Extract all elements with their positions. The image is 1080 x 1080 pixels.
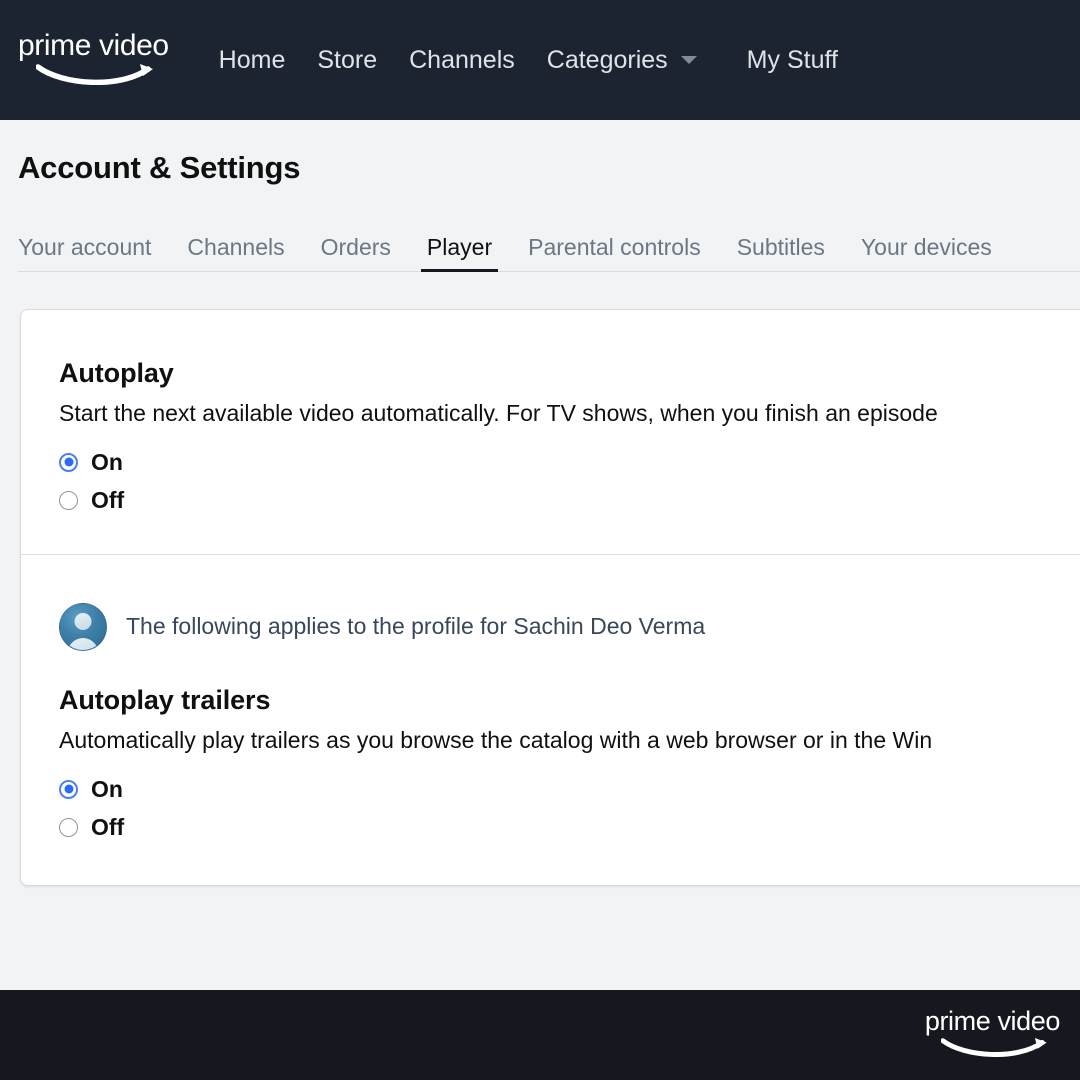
nav-link-my-stuff[interactable]: My Stuff: [731, 47, 854, 73]
settings-tabs: Your account Channels Orders Player Pare…: [0, 212, 1080, 272]
autoplay-trailers-section: The following applies to the profile for…: [21, 555, 1080, 885]
autoplay-option-on-label: On: [91, 448, 123, 475]
page-title: Account & Settings: [18, 150, 301, 185]
avatar-body: [66, 637, 100, 650]
autoplay-trailers-option-off-label: Off: [91, 813, 125, 840]
tab-your-devices[interactable]: Your devices: [843, 236, 1010, 272]
amazon-smile-icon: [35, 63, 160, 90]
top-navigation-bar: prime video Home Store Channels Categori…: [0, 0, 1080, 120]
autoplay-option-off[interactable]: Off: [59, 486, 1080, 513]
autoplay-trailers-radio-group: On Off: [59, 775, 1080, 840]
radio-button-trailers-on[interactable]: [59, 779, 78, 799]
tab-channels[interactable]: Channels: [169, 236, 302, 272]
radio-button-off[interactable]: [59, 490, 78, 510]
autoplay-option-off-label: Off: [91, 486, 125, 513]
profile-notice-text: The following applies to the profile for…: [126, 613, 706, 640]
avatar-head: [74, 612, 92, 630]
autoplay-title: Autoplay: [59, 358, 174, 388]
prime-video-logo-text: prime video: [18, 28, 169, 62]
radio-button-on[interactable]: [59, 452, 78, 472]
autoplay-option-on[interactable]: On: [59, 448, 1080, 475]
player-settings-card: Autoplay Start the next available video …: [20, 309, 1080, 886]
tab-orders[interactable]: Orders: [303, 236, 409, 272]
prime-video-settings-page: prime video Home Store Channels Categori…: [0, 0, 1080, 1080]
nav-link-home[interactable]: Home: [203, 47, 302, 73]
profile-notice-row: The following applies to the profile for…: [59, 602, 1080, 651]
autoplay-trailers-option-on[interactable]: On: [59, 775, 1080, 802]
footer-amazon-smile-icon: [940, 1037, 1053, 1062]
tab-parental-controls[interactable]: Parental controls: [510, 236, 719, 272]
autoplay-section: Autoplay Start the next available video …: [21, 310, 1080, 554]
autoplay-description: Start the next available video automatic…: [59, 400, 938, 427]
prime-video-logo[interactable]: prime video: [18, 28, 169, 90]
nav-link-store[interactable]: Store: [301, 47, 393, 73]
radio-button-trailers-off[interactable]: [59, 817, 78, 837]
autoplay-trailers-description: Automatically play trailers as you brows…: [59, 726, 933, 753]
nav-link-categories-label: Categories: [546, 45, 668, 74]
autoplay-trailers-title: Autoplay trailers: [59, 684, 271, 715]
chevron-down-icon: [680, 56, 697, 64]
page-footer: prime video: [0, 990, 1080, 1080]
nav-link-channels[interactable]: Channels: [393, 47, 531, 73]
autoplay-trailers-option-off[interactable]: Off: [59, 813, 1080, 840]
nav-links: Home Store Channels Categories My Stuff: [203, 45, 1080, 74]
user-avatar-icon: [59, 602, 107, 651]
autoplay-trailers-option-on-label: On: [91, 775, 123, 802]
main-content: Account & Settings Your account Channels…: [0, 120, 1080, 886]
nav-link-categories[interactable]: Categories: [531, 45, 713, 74]
tab-your-account[interactable]: Your account: [18, 236, 169, 272]
tab-player[interactable]: Player: [409, 236, 510, 272]
footer-prime-video-logo[interactable]: prime video: [925, 1008, 1060, 1062]
tab-subtitles[interactable]: Subtitles: [719, 236, 843, 272]
autoplay-radio-group: On Off: [59, 448, 1080, 513]
footer-logo-text: prime video: [924, 1006, 1061, 1036]
